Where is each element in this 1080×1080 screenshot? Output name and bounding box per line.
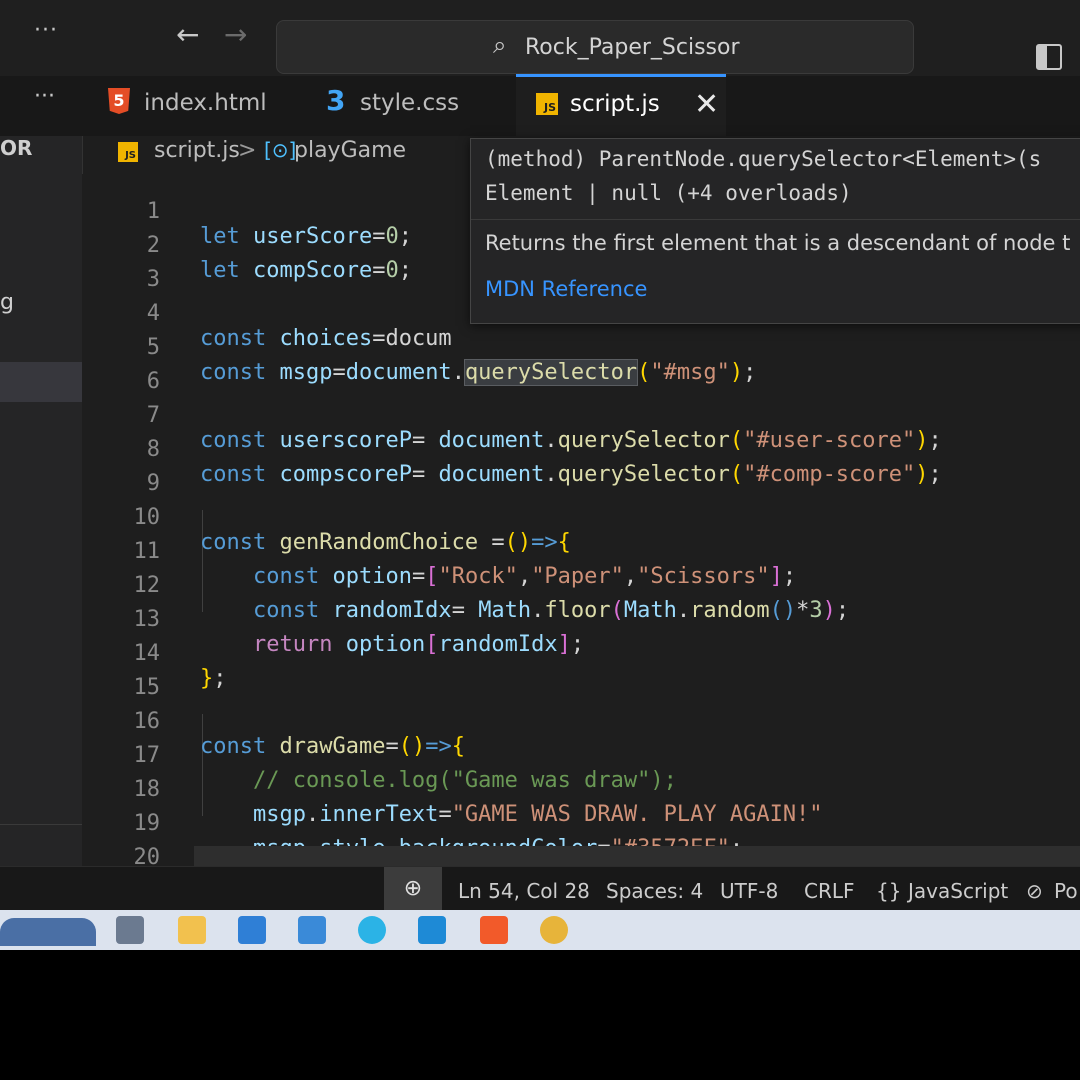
search-icon: ⌕: [493, 31, 507, 59]
more-actions-icon[interactable]: ···: [34, 84, 55, 109]
no-port-icon: ⊘: [1026, 879, 1043, 903]
js-file-icon: JS: [536, 93, 558, 115]
hover-divider: [471, 219, 1080, 220]
arrow-right-icon[interactable]: →: [224, 18, 247, 51]
code-line: 7 const userscoreP= document.querySelect…: [82, 378, 1080, 453]
port-status[interactable]: Po: [1054, 879, 1078, 903]
microsoft-store-icon[interactable]: [238, 916, 266, 944]
code-line: 15: [82, 650, 1080, 700]
breadcrumb-file[interactable]: script.js: [154, 138, 240, 163]
tab-style-css[interactable]: 3 style.css: [326, 76, 486, 136]
editor-tabs: ··· 5 index.html 3 style.css JS script.j…: [0, 74, 1080, 137]
code-line: 11 const option=["Rock","Paper","Scissor…: [82, 514, 1080, 589]
cursor-position[interactable]: Ln 54, Col 28: [458, 879, 590, 903]
sidebar-item[interactable]: g: [0, 290, 14, 315]
breadcrumb-function[interactable]: playGame: [294, 138, 406, 163]
eol-setting[interactable]: CRLF: [804, 879, 855, 903]
code-line: 16 const drawGame=()=>{: [82, 684, 1080, 759]
horizontal-scrollbar[interactable]: [194, 846, 1080, 866]
chrome-browser-icon[interactable]: [540, 916, 568, 944]
code-line: 12 const randomIdx= Math.floor(Math.rand…: [82, 548, 1080, 623]
code-line: 13 return option[randomIdx];: [82, 582, 1080, 657]
symbol-method-icon: [⊙]: [264, 138, 297, 162]
zoom-icon[interactable]: ⊕: [384, 867, 442, 911]
tab-script-js[interactable]: JS script.js ✕: [516, 74, 726, 137]
arrow-left-icon[interactable]: ←: [176, 18, 199, 51]
close-icon[interactable]: ✕: [694, 87, 719, 122]
braces-icon: {}: [876, 879, 902, 903]
hover-tooltip: (method) ParentNode.querySelector<Elemen…: [470, 138, 1080, 324]
sidebar-header: OR: [0, 136, 33, 160]
code-line: 18 msgp.innerText="GAME WAS DRAW. PLAY A…: [82, 752, 1080, 827]
sidebar-selected-item[interactable]: [0, 362, 82, 402]
title-bar: ··· ← → ⌕ Rock_Paper_Scissor: [0, 0, 1080, 77]
tab-label: index.html: [144, 90, 267, 116]
windows-taskbar: [0, 910, 1080, 950]
brave-browser-icon[interactable]: [480, 916, 508, 944]
task-view-icon[interactable]: [116, 916, 144, 944]
weather-widget-icon[interactable]: [0, 918, 96, 946]
mail-icon[interactable]: [298, 916, 326, 944]
vscode-window: ··· ← → ⌕ Rock_Paper_Scissor ··· 5 index…: [0, 0, 1080, 950]
hover-signature-return: Element | null (+4 overloads): [485, 181, 852, 205]
edge-browser-icon[interactable]: [358, 916, 386, 944]
tab-label: style.css: [360, 90, 460, 116]
encoding-setting[interactable]: UTF-8: [720, 879, 778, 903]
workspace-title: Rock_Paper_Scissor: [525, 35, 740, 60]
mdn-reference-link[interactable]: MDN Reference: [485, 277, 647, 301]
sidebar-divider: [0, 824, 82, 825]
code-line: 9: [82, 446, 1080, 496]
code-line: 17 // console.log("Game was draw");: [82, 718, 1080, 793]
tab-index-html[interactable]: 5 index.html: [108, 76, 278, 136]
indentation-setting[interactable]: Spaces: 4: [606, 879, 703, 903]
language-mode[interactable]: JavaScript: [908, 879, 1008, 903]
file-explorer-icon[interactable]: [178, 916, 206, 944]
code-line: 14 };: [82, 616, 1080, 691]
css3-icon: 3: [326, 84, 346, 117]
status-bar: ⊕ Ln 54, Col 28 Spaces: 4 UTF-8 CRLF {} …: [0, 866, 1080, 911]
html5-icon: 5: [108, 88, 130, 114]
menu-dots-icon[interactable]: ···: [34, 18, 58, 43]
explorer-sidebar: OR g: [0, 136, 83, 866]
js-file-icon: JS: [118, 142, 138, 162]
vscode-icon[interactable]: [418, 916, 446, 944]
breadcrumb-separator: >: [238, 138, 257, 163]
hover-signature: (method) ParentNode.querySelector<Elemen…: [485, 147, 1042, 171]
hover-description: Returns the first element that is a desc…: [485, 231, 1071, 255]
tab-label: script.js: [570, 91, 660, 117]
code-line: 6: [82, 344, 1080, 394]
code-line: 19 msgp.style.backgroundColor="#3572EF";: [82, 786, 1080, 861]
command-center-search[interactable]: ⌕ Rock_Paper_Scissor: [276, 20, 914, 74]
code-line: 10 const genRandomChoice =()=>{: [82, 480, 1080, 555]
toggle-sidebar-icon[interactable]: [1036, 44, 1062, 70]
code-line: 8 const compscoreP= document.querySelect…: [82, 412, 1080, 487]
